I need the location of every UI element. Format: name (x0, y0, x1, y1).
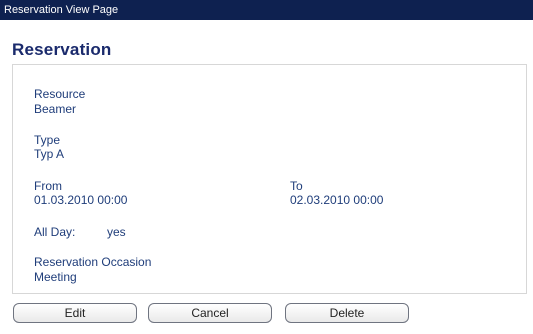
type-label: Type (34, 133, 61, 147)
from-label: From (34, 179, 62, 193)
to-label: To (290, 179, 303, 193)
type-value: Typ A (34, 147, 65, 161)
occasion-value: Meeting (34, 270, 77, 284)
to-value: 02.03.2010 00:00 (290, 193, 384, 207)
allday-label: All Day: (34, 225, 76, 239)
cancel-button[interactable]: Cancel (148, 303, 272, 323)
reservation-details-panel: Resource Beamer Type Typ A From 01.03.20… (12, 64, 527, 294)
resource-label: Resource (34, 87, 86, 101)
occasion-label: Reservation Occasion (34, 255, 152, 269)
window-title: Reservation View Page (4, 4, 119, 16)
page-title: Reservation (12, 40, 112, 59)
allday-value: yes (107, 225, 126, 239)
from-value: 01.03.2010 00:00 (34, 193, 128, 207)
delete-button[interactable]: Delete (285, 303, 409, 323)
edit-button[interactable]: Edit (13, 303, 137, 323)
resource-value: Beamer (34, 102, 77, 116)
window-title-bar: Reservation View Page (0, 0, 533, 20)
